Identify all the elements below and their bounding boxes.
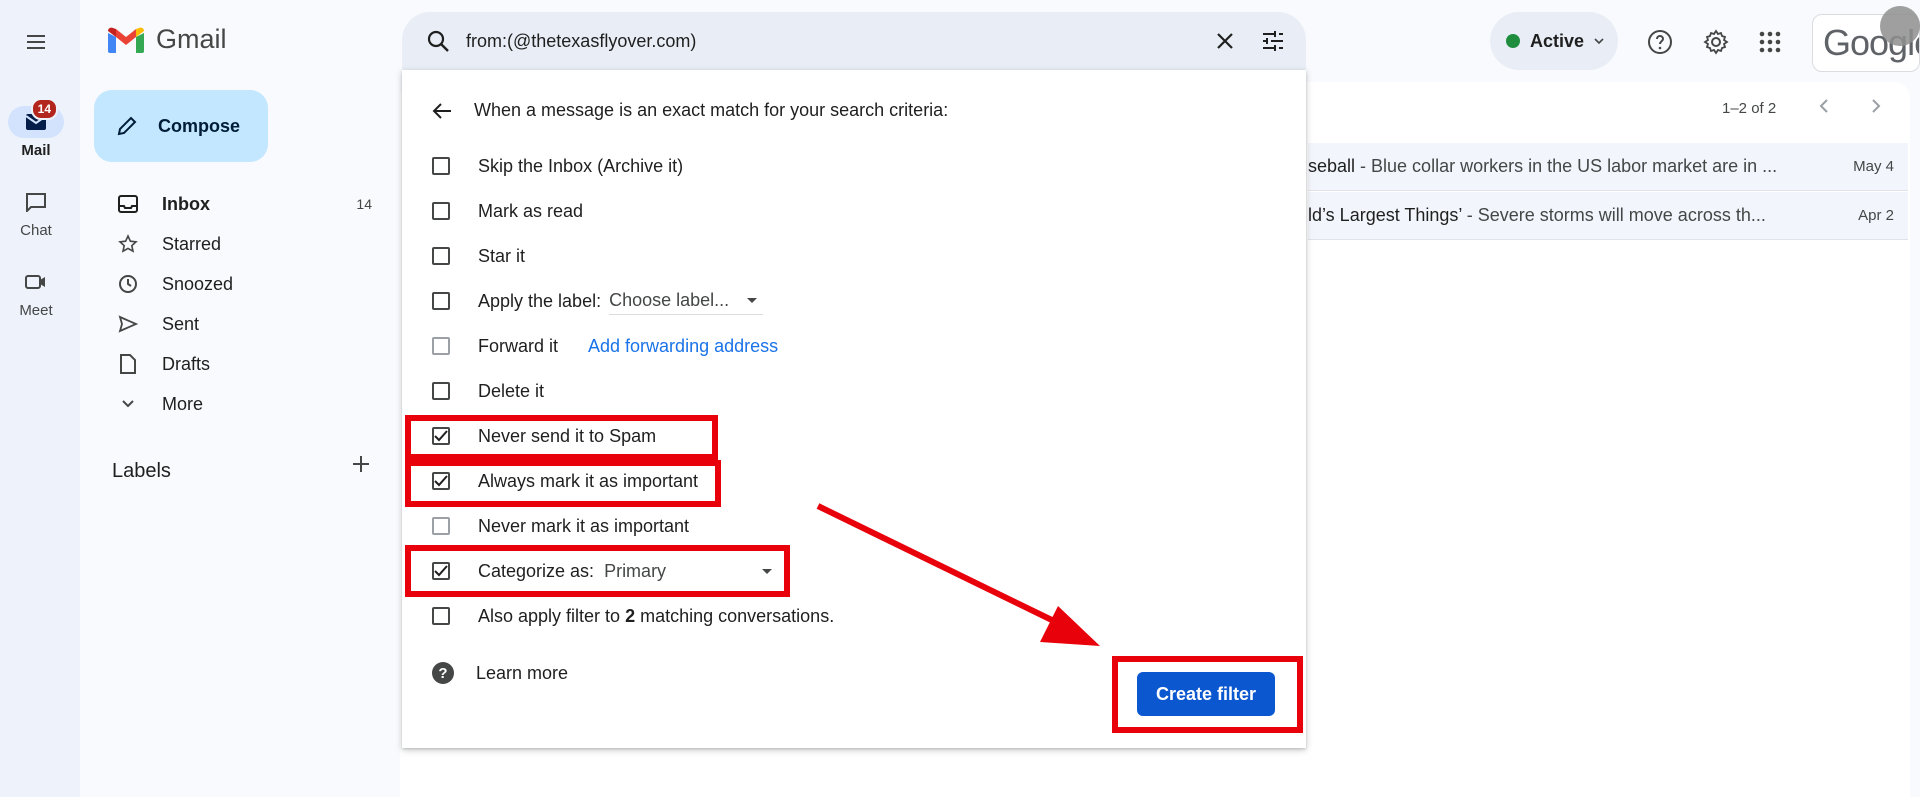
annotation-arrow [816, 503, 1100, 646]
